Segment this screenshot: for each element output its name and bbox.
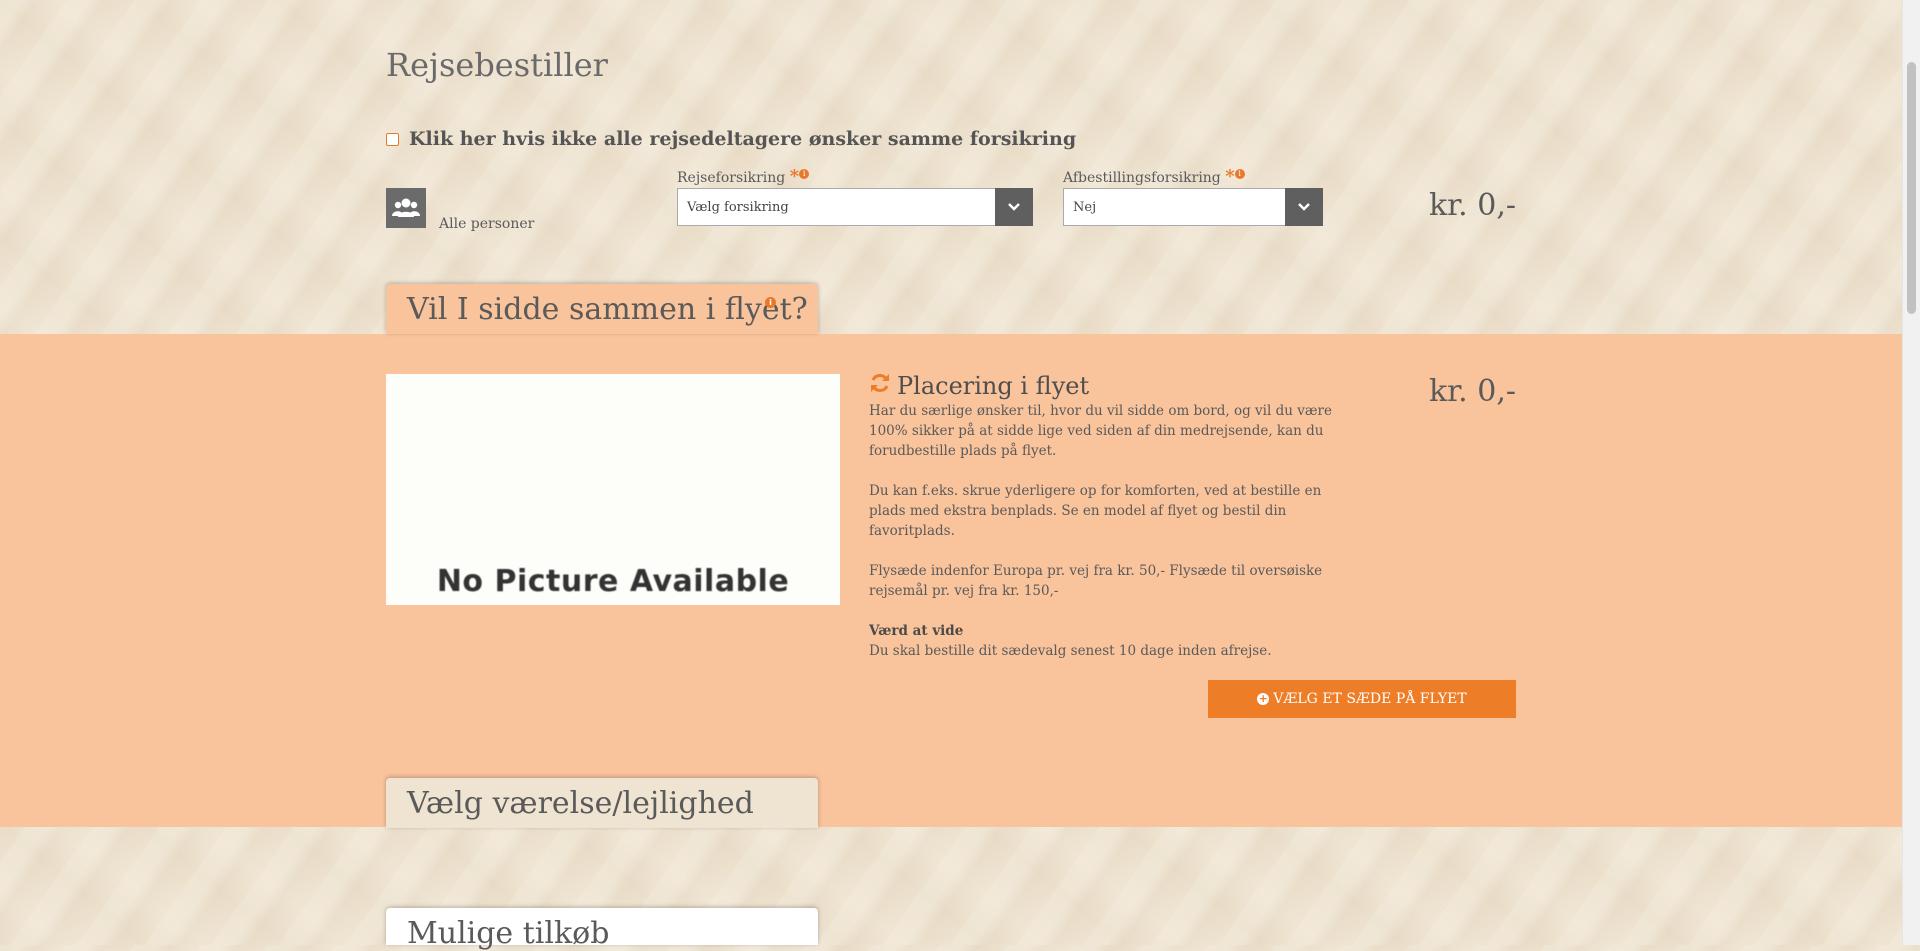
required-mark: * xyxy=(1225,166,1235,187)
travel-insurance-select[interactable]: Vælg forsikring xyxy=(677,188,1033,226)
scrollbar-thumb[interactable] xyxy=(1907,62,1916,314)
tab-seating[interactable]: Vil I sidde sammen i flyet? i xyxy=(386,284,818,334)
cancel-insurance-label-text: Afbestillingsforsikring xyxy=(1063,170,1221,186)
page-title: Rejsebestiller xyxy=(386,46,608,84)
chevron-down-icon[interactable] xyxy=(1285,188,1323,226)
tab-room-title: Vælg værelse/lejlighed xyxy=(407,786,754,821)
info-icon[interactable]: i xyxy=(1234,169,1245,179)
seating-title-text: Placering i flyet xyxy=(897,372,1090,400)
different-insurance-row[interactable]: Klik her hvis ikke alle rejsedeltagere ø… xyxy=(386,128,1076,150)
seating-title: Placering i flyet xyxy=(869,372,1089,400)
seating-paragraph: Du kan f.eks. skrue yderligere op for ko… xyxy=(869,483,1322,539)
seating-description: Har du særlige ønsker til, hvor du vil s… xyxy=(869,401,1344,661)
person-group: Alle personer xyxy=(386,188,534,232)
seating-paragraph: Har du særlige ønsker til, hvor du vil s… xyxy=(869,403,1332,459)
seating-price: kr. 0,- xyxy=(1428,374,1516,409)
note-text: Du skal bestille dit sædevalg senest 10 … xyxy=(869,643,1272,659)
note-title: Værd at vide xyxy=(869,623,964,639)
required-mark: * xyxy=(789,166,800,187)
plus-circle-icon: + xyxy=(1257,692,1270,705)
cancel-insurance-select[interactable]: Nej xyxy=(1063,188,1323,226)
group-icon xyxy=(386,188,426,228)
choose-seat-button[interactable]: + VÆLG ET SÆDE PÅ FLYET xyxy=(1208,680,1516,718)
different-insurance-checkbox[interactable] xyxy=(386,132,399,146)
tab-extras-title: Mulige tilkøb xyxy=(407,916,610,951)
person-label: Alle personer xyxy=(439,216,535,232)
cancel-insurance-value: Nej xyxy=(1073,199,1097,215)
refresh-icon xyxy=(869,372,891,400)
tab-seating-title: Vil I sidde sammen i flyet? xyxy=(407,292,808,327)
travel-insurance-value: Vælg forsikring xyxy=(687,199,789,215)
cancel-insurance-label: Afbestillingsforsikring * i xyxy=(1063,166,1245,187)
scrollbar[interactable] xyxy=(1902,0,1920,945)
travel-insurance-label: Rejseforsikring * i xyxy=(677,166,810,187)
tab-extras[interactable]: Mulige tilkøb xyxy=(386,908,818,951)
no-picture-text: No Picture Available xyxy=(436,564,790,599)
chevron-down-icon[interactable] xyxy=(995,188,1033,226)
info-icon[interactable]: i xyxy=(765,297,776,308)
different-insurance-label[interactable]: Klik her hvis ikke alle rejsedeltagere ø… xyxy=(409,128,1076,150)
insurance-price: kr. 0,- xyxy=(1428,188,1516,223)
tab-room[interactable]: Vælg værelse/lejlighed xyxy=(386,778,818,828)
info-icon[interactable]: i xyxy=(799,169,810,179)
choose-seat-label: VÆLG ET SÆDE PÅ FLYET xyxy=(1273,691,1467,707)
no-picture-image: No Picture Available xyxy=(386,374,840,605)
travel-insurance-label-text: Rejseforsikring xyxy=(677,170,786,186)
seating-paragraph: Flysæde indenfor Europa pr. vej fra kr. … xyxy=(869,563,1323,599)
